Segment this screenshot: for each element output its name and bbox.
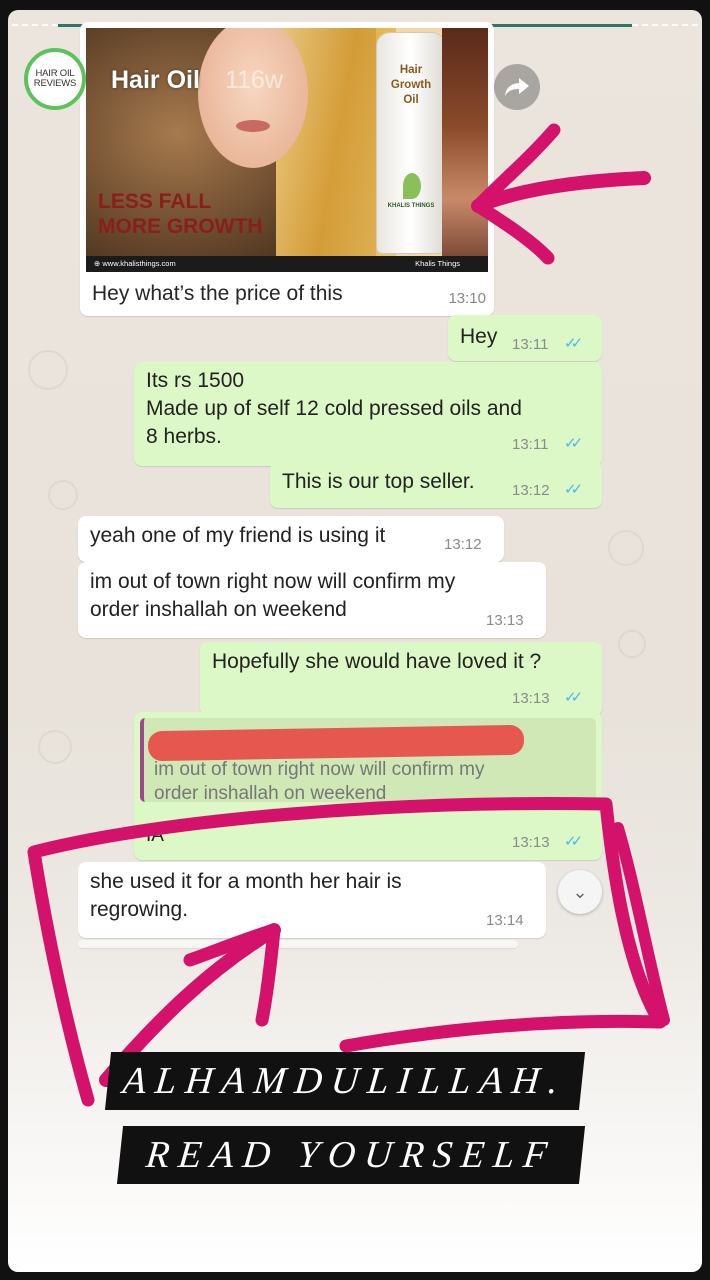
story-screen: LESS FALL MORE GROWTH Hair Growth Oil KH… [8,10,702,1272]
caption-line2: READ YOURSELF [116,1126,586,1184]
caption-line1: ALHAMDULILLAH. [104,1052,586,1110]
